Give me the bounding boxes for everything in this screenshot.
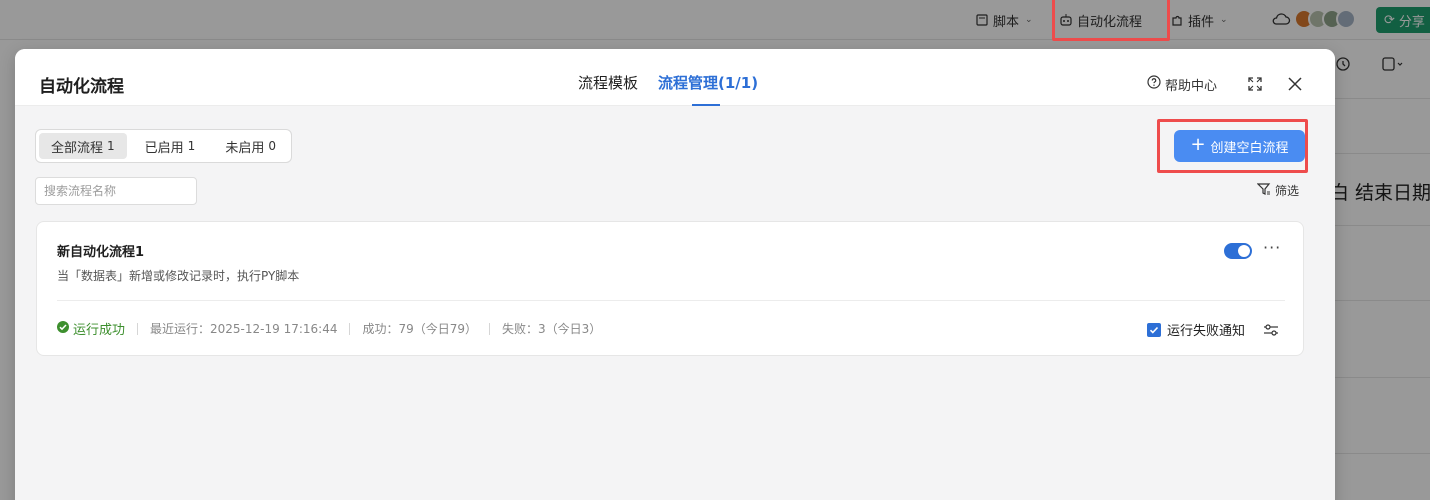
filter-icon [1256,182,1271,199]
segment-label: 全部流程 [51,140,104,156]
failure-notify: 运行失败通知 [1147,320,1279,339]
segment-all-flows[interactable]: 全部流程 1 [39,133,127,159]
divider [137,322,139,335]
dialog-title: 自动化流程 [39,77,124,97]
run-status: 运行成功 [57,319,125,338]
run-status-label: 运行成功 [73,323,126,338]
more-options-icon[interactable]: ··· [1263,238,1281,257]
filter-label: 筛选 [1275,184,1300,198]
tab-flow-management[interactable]: 流程管理(1/1) [658,49,758,106]
tab-flow-templates[interactable]: 流程模板 [578,49,638,106]
flow-description: 当「数据表」新增或修改记录时，执行PY脚本 [57,269,300,283]
flow-enable-toggle[interactable] [1224,243,1252,259]
segment-enabled[interactable]: 已启用 1 [133,133,208,159]
question-circle-icon [1147,75,1161,93]
check-circle-icon [57,320,69,337]
dialog-tabs: 流程模板 流程管理(1/1) [578,49,758,106]
divider [489,322,491,335]
automation-dialog: 自动化流程 流程模板 流程管理(1/1) 帮助中心 全部流程 1 已启用 1 未… [15,49,1335,500]
flow-name: 新自动化流程1 [57,245,145,260]
filter-button[interactable]: 筛选 [1256,182,1300,199]
failure-notify-label: 运行失败通知 [1167,324,1246,339]
segment-count: 1 [187,139,196,153]
flow-stats: 运行成功 最近运行：2025-12-19 17:16:44 成功：79（今日79… [57,319,601,338]
card-divider [57,300,1285,301]
segment-disabled[interactable]: 未启用 0 [213,133,288,159]
divider [349,322,351,335]
expand-icon[interactable] [1245,74,1265,94]
create-blank-flow-label: 创建空白流程 [1210,140,1289,156]
help-center-link[interactable]: 帮助中心 [1147,75,1217,94]
segment-count: 1 [107,139,115,153]
failure-notify-checkbox[interactable] [1147,322,1161,337]
segment-count: 0 [268,139,276,153]
help-center-label: 帮助中心 [1164,78,1217,94]
success-count: 成功：79（今日79） [362,322,478,336]
segment-label: 已启用 [144,140,184,156]
flow-card[interactable]: 新自动化流程1 当「数据表」新增或修改记录时，执行PY脚本 ··· 运行成功 最… [36,221,1304,356]
search-flow-input[interactable] [35,177,197,205]
flow-status-filter: 全部流程 1 已启用 1 未启用 0 [35,129,292,163]
sliders-icon[interactable] [1263,323,1279,337]
segment-label: 未启用 [225,140,265,156]
close-icon[interactable] [1285,74,1305,94]
dialog-header: 自动化流程 流程模板 流程管理(1/1) 帮助中心 [15,49,1335,106]
dialog-actions: 帮助中心 [1147,74,1305,94]
plus-icon: + [1190,134,1206,155]
last-run-time: 最近运行：2025-12-19 17:16:44 [150,322,338,336]
failure-count: 失败：3（今日3） [502,322,602,336]
create-blank-flow-button[interactable]: + 创建空白流程 [1174,130,1305,162]
